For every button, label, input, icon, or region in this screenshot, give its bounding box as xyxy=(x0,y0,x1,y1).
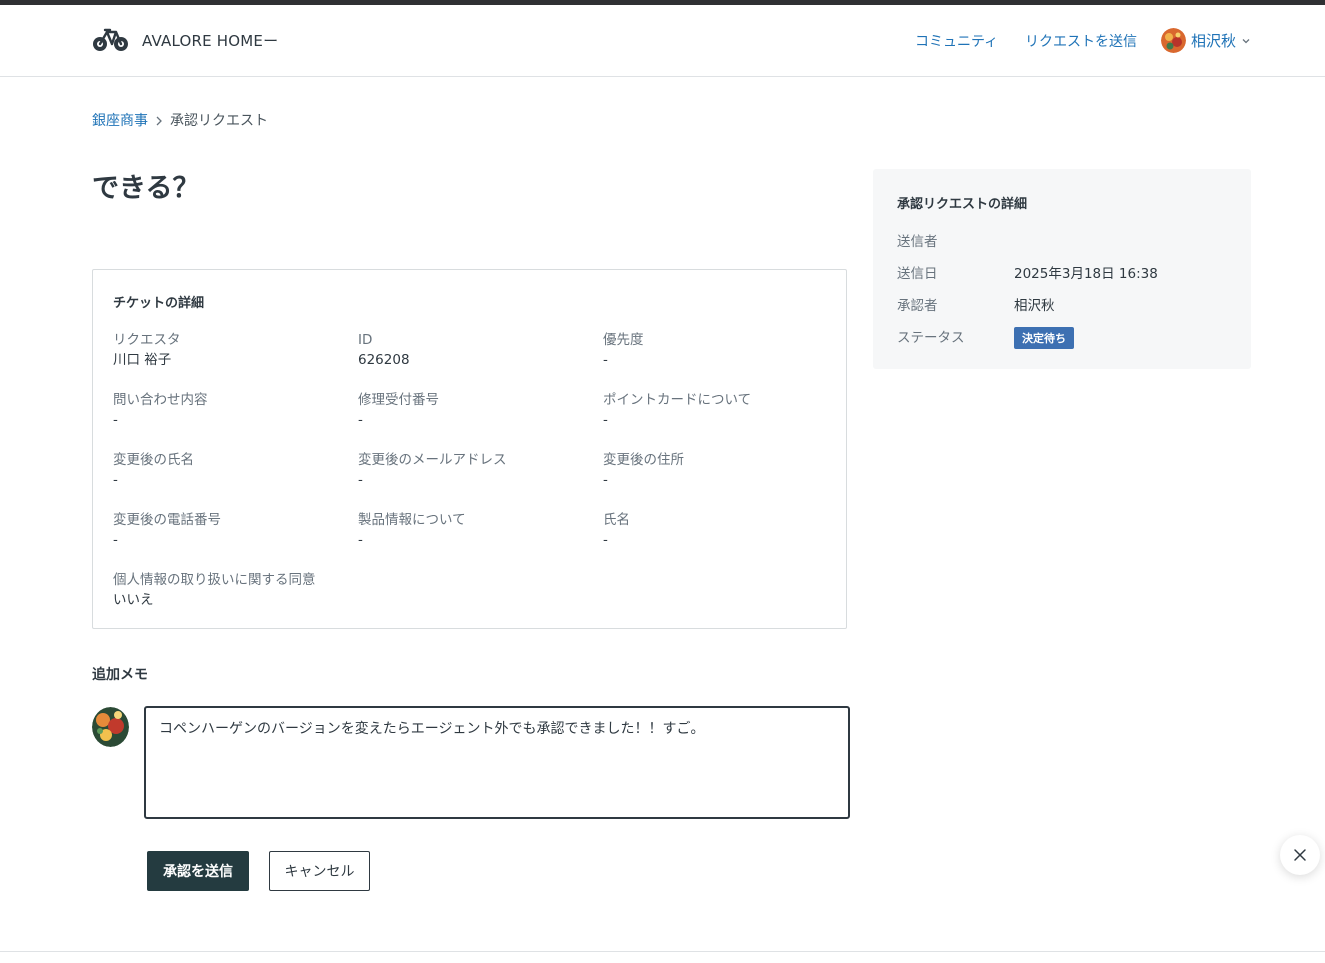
field-value: - xyxy=(358,412,363,428)
field-value: - xyxy=(603,412,608,428)
chevron-down-icon xyxy=(1242,39,1250,44)
sent-date-value: 2025年3月18日 16:38 xyxy=(1014,266,1158,282)
user-menu[interactable]: 相沢秋 xyxy=(1161,27,1253,53)
sent-date-row: 送信日 2025年3月18日 16:38 xyxy=(897,262,1237,284)
field-repair-number: 修理受付番号 - xyxy=(358,390,588,430)
field-product-info: 製品情報について - xyxy=(358,510,588,550)
footer-divider xyxy=(0,951,1325,952)
field-new-email: 変更後のメールアドレス - xyxy=(358,450,588,490)
sender-label: 送信者 xyxy=(897,234,938,250)
status-badge: 決定待ち xyxy=(1014,327,1074,349)
field-value: - xyxy=(358,532,363,548)
field-value: いいえ xyxy=(113,592,154,608)
field-value: - xyxy=(358,472,363,488)
chevron-right-icon xyxy=(156,116,162,126)
field-label: リクエスタ xyxy=(113,332,181,348)
cancel-button[interactable]: キャンセル xyxy=(269,851,370,891)
ticket-details-heading: チケットの詳細 xyxy=(113,296,205,311)
field-value: - xyxy=(113,412,118,428)
ticket-details-card: チケットの詳細 リクエスタ 川口 裕子 ID 626208 優先度 - 問い合わ… xyxy=(92,269,847,629)
nav-submit-request-link[interactable]: リクエストを送信 xyxy=(1025,31,1137,51)
field-label: 個人情報の取り扱いに関する同意 xyxy=(113,572,316,588)
field-label: 変更後のメールアドレス xyxy=(358,452,507,468)
floating-close-button[interactable] xyxy=(1280,835,1320,875)
field-label: 修理受付番号 xyxy=(358,392,439,408)
field-label: 変更後の電話番号 xyxy=(113,512,221,528)
field-label: 変更後の氏名 xyxy=(113,452,194,468)
page-title: できる？ xyxy=(92,173,200,204)
user-name: 相沢秋 xyxy=(1191,32,1237,50)
breadcrumb-current: 承認リクエスト xyxy=(170,113,268,129)
field-id: ID 626208 xyxy=(358,330,588,370)
approval-details-panel: 承認リクエストの詳細 送信者 送信日 2025年3月18日 16:38 承認者 … xyxy=(873,169,1251,369)
field-new-name: 変更後の氏名 - xyxy=(113,450,343,490)
field-value: - xyxy=(603,472,608,488)
close-icon xyxy=(1294,849,1306,861)
field-value: - xyxy=(603,532,608,548)
status-label: ステータス xyxy=(897,330,965,346)
approver-label: 承認者 xyxy=(897,298,938,314)
status-row: ステータス 決定待ち xyxy=(897,326,1237,349)
field-label: 氏名 xyxy=(603,512,630,528)
breadcrumb: 銀座商事 承認リクエスト xyxy=(92,110,268,130)
field-label: ポイントカードについて xyxy=(603,392,752,408)
field-priority: 優先度 - xyxy=(603,330,833,370)
field-value: - xyxy=(113,532,118,548)
memo-heading: 追加メモ xyxy=(92,667,148,683)
field-value: - xyxy=(603,352,608,368)
user-avatar-large xyxy=(92,707,129,747)
user-avatar xyxy=(1161,28,1186,53)
approver-value: 相沢秋 xyxy=(1014,298,1055,314)
field-label: 製品情報について xyxy=(358,512,466,528)
sent-date-label: 送信日 xyxy=(897,266,938,282)
submit-approval-button[interactable]: 承認を送信 xyxy=(147,851,249,891)
breadcrumb-parent-link[interactable]: 銀座商事 xyxy=(92,113,148,129)
field-label: 変更後の住所 xyxy=(603,452,684,468)
memo-textarea[interactable]: コペンハーゲンのバージョンを変えたらエージェント外でも承認できました！！すご。 xyxy=(144,706,850,819)
field-point-card: ポイントカードについて - xyxy=(603,390,833,430)
field-value: - xyxy=(113,472,118,488)
field-inquiry: 問い合わせ内容 - xyxy=(113,390,343,430)
field-label: ID xyxy=(358,332,373,348)
bicycle-logo-icon[interactable] xyxy=(92,27,129,53)
sender-row: 送信者 xyxy=(897,230,1237,252)
approver-row: 承認者 相沢秋 xyxy=(897,294,1237,316)
approval-details-heading: 承認リクエストの詳細 xyxy=(897,197,1028,212)
brand-name[interactable]: AVALORE HOMEー xyxy=(142,30,278,51)
field-new-phone: 変更後の電話番号 - xyxy=(113,510,343,550)
field-full-name: 氏名 - xyxy=(603,510,833,550)
field-label: 問い合わせ内容 xyxy=(113,392,208,408)
field-value: 626208 xyxy=(358,352,410,368)
field-value: 川口 裕子 xyxy=(113,352,172,368)
field-label: 優先度 xyxy=(603,332,644,348)
field-new-address: 変更後の住所 - xyxy=(603,450,833,490)
field-privacy-consent: 個人情報の取り扱いに関する同意 いいえ xyxy=(113,570,413,610)
nav-community-link[interactable]: コミュニティ xyxy=(915,31,998,51)
field-requester: リクエスタ 川口 裕子 xyxy=(113,330,343,370)
site-header: AVALORE HOMEー コミュニティ リクエストを送信 相沢秋 xyxy=(0,5,1325,77)
